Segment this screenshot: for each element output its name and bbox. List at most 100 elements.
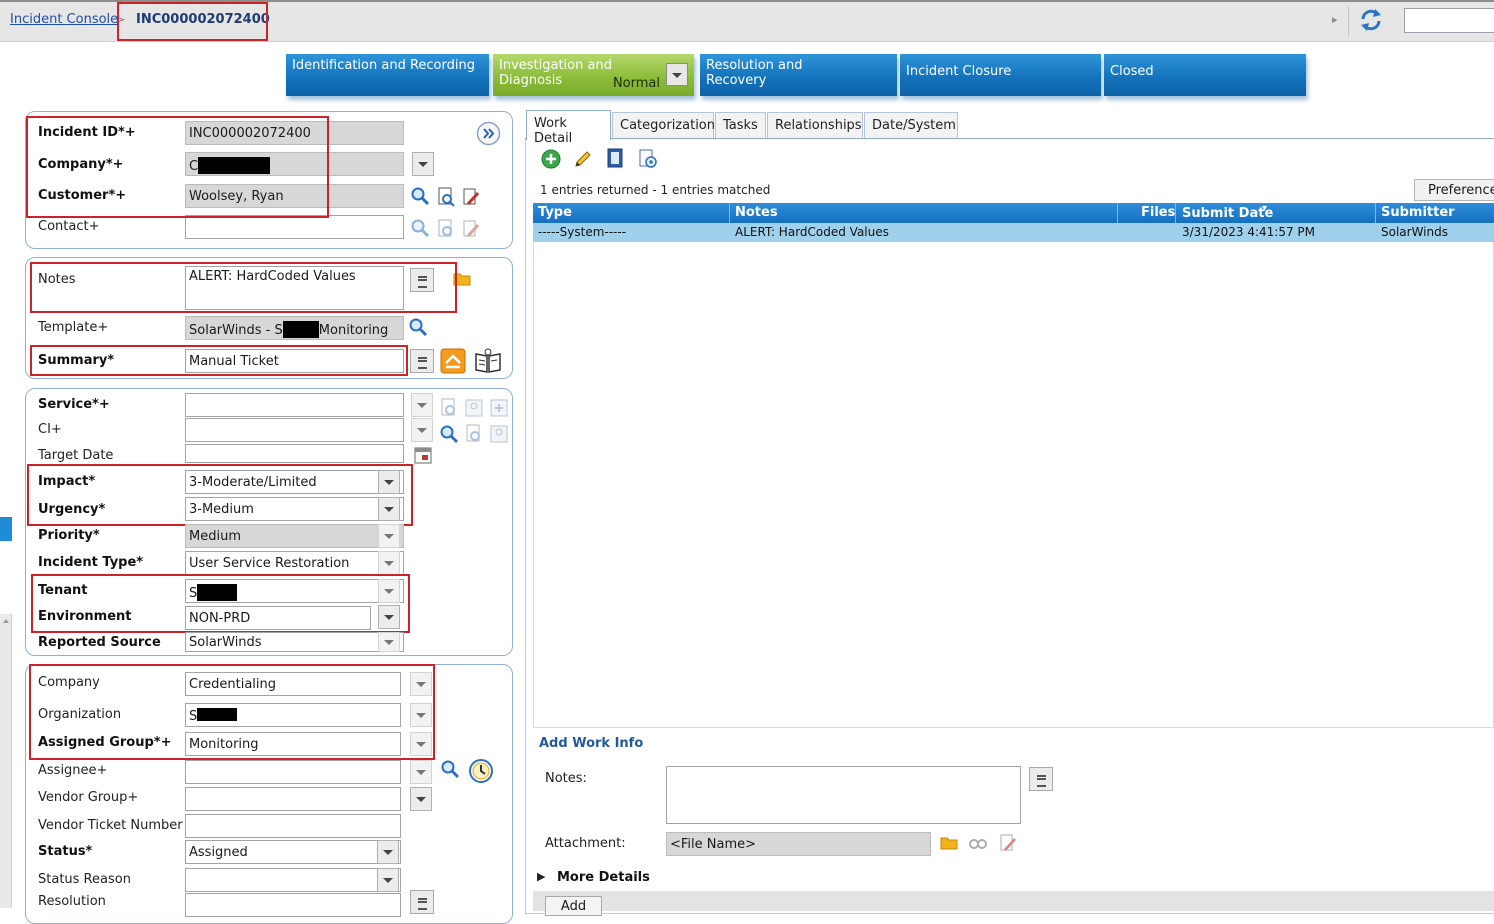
calendar-icon[interactable] [413,445,433,465]
expand-arrow-icon[interactable]: ▶ [537,870,545,883]
impact-dropdown[interactable] [378,470,400,494]
ci-field[interactable] [185,418,404,442]
column-header-notes[interactable]: Notes [735,205,778,220]
vendor-ticket-field[interactable] [185,814,401,838]
urgency-field[interactable]: 3-Medium [185,497,404,521]
tab-date-system[interactable]: Date/System [864,112,958,138]
column-header-files[interactable]: Files [1141,205,1175,220]
add-work-info-button[interactable]: Add [545,896,602,916]
stage-identification-recording[interactable]: Identification and Recording [286,54,489,96]
clock-icon[interactable] [468,758,494,784]
assigned-group-dropdown[interactable] [410,732,432,756]
expand-icon[interactable] [476,121,501,146]
vendor-group-field[interactable] [185,787,401,811]
status-dropdown[interactable] [377,840,399,864]
tab-categorization[interactable]: Categorization [612,112,715,138]
view-attachment-icon[interactable] [968,833,988,853]
status-field[interactable]: Assigned [185,840,401,864]
search-input[interactable] [1404,8,1494,33]
table-row[interactable]: -----System----- ALERT: HardCoded Values… [533,223,1494,242]
ci-dropdown[interactable] [411,418,433,442]
environment-field[interactable]: NON-PRD [185,606,371,630]
reported-source-field[interactable]: SolarWinds [185,632,404,652]
relationship-icon[interactable] [489,424,509,444]
resolution-field[interactable] [185,893,401,917]
remove-attachment-icon[interactable] [998,833,1018,853]
search-icon[interactable] [410,218,430,238]
edit-record-icon[interactable] [461,219,481,239]
template-apply-icon[interactable] [440,348,466,374]
customer-field[interactable]: Woolsey, Ryan [185,184,404,208]
stage-status-dropdown[interactable] [666,63,688,86]
status-reason-dropdown[interactable] [377,868,399,892]
vendor-group-dropdown[interactable] [410,787,432,811]
side-tab[interactable] [0,517,12,541]
refresh-icon[interactable] [1359,8,1383,32]
view-record-icon[interactable] [436,187,456,207]
stage-investigation-diagnosis[interactable]: Investigation and Diagnosis Normal [493,54,694,96]
organization-dropdown[interactable] [410,703,432,727]
stage-resolution-recovery[interactable]: Resolution and Recovery [700,54,897,96]
summary-expand-button[interactable] [410,349,434,373]
company-dropdown[interactable] [412,152,434,176]
search-icon[interactable] [439,424,459,444]
assigned-group-field[interactable]: Monitoring [185,732,401,756]
search-icon[interactable] [410,186,430,206]
view-record-icon[interactable] [436,219,456,239]
column-header-submit-date[interactable]: Submit Date [1182,206,1273,221]
assign-company-field[interactable]: Credentialing [185,672,401,696]
view-record-icon[interactable] [439,398,459,418]
company-field[interactable]: C [185,152,404,176]
preferences-button[interactable]: Preferences [1414,179,1494,201]
folder-icon[interactable] [452,269,472,289]
knowledge-book-icon[interactable] [474,348,502,374]
folder-icon[interactable] [939,833,959,853]
incident-type-dropdown[interactable] [378,551,400,575]
column-header-submitter[interactable]: Submitter [1381,205,1455,220]
reported-source-dropdown[interactable] [378,632,400,652]
contact-field[interactable] [185,215,404,239]
tab-relationships[interactable]: Relationships [767,112,863,138]
add-icon[interactable] [541,149,561,169]
tenant-field[interactable]: S [185,579,404,603]
service-field[interactable] [185,393,404,417]
tab-tasks[interactable]: Tasks [715,112,766,138]
stage-closed[interactable]: Closed [1104,54,1306,96]
status-reason-field[interactable] [185,868,401,892]
chevron-right-icon[interactable]: ▸ [1332,13,1338,26]
incident-type-field[interactable]: User Service Restoration [185,551,404,575]
notes-field[interactable]: ALERT: HardCoded Values [185,266,404,310]
tenant-dropdown[interactable] [378,579,400,603]
assignee-field[interactable] [185,760,401,784]
scrollbar[interactable] [0,614,12,908]
view-details-icon[interactable] [605,148,625,168]
tab-work-detail[interactable]: Work Detail [526,110,611,146]
summary-field[interactable]: Manual Ticket [185,349,404,373]
create-ci-icon[interactable] [489,398,509,418]
edit-pencil-icon[interactable] [573,149,593,169]
breadcrumb-incident-console[interactable]: Incident Console [10,12,118,27]
resolution-expand-button[interactable] [410,890,434,914]
wi-notes-field[interactable] [666,766,1021,824]
urgency-dropdown[interactable] [378,497,400,521]
service-dropdown[interactable] [411,393,433,417]
environment-dropdown[interactable] [378,605,400,629]
assignee-dropdown[interactable] [410,760,432,784]
sort-desc-icon[interactable]: ▾ [1262,203,1267,214]
notes-expand-button[interactable] [410,268,434,292]
target-date-field[interactable] [185,444,404,463]
search-icon[interactable] [440,759,460,779]
organization-field[interactable]: S [185,703,401,727]
wi-notes-expand-button[interactable] [1029,767,1053,791]
column-header-type[interactable]: Type [538,205,572,220]
view-record-icon[interactable] [464,424,484,444]
more-details-label[interactable]: More Details [557,870,650,885]
report-icon[interactable] [638,149,658,169]
edit-record-icon[interactable] [461,187,481,207]
relationship-icon[interactable] [464,398,484,418]
stage-incident-closure[interactable]: Incident Closure [900,54,1101,96]
search-icon[interactable] [408,317,428,337]
template-field[interactable]: SolarWinds - S Monitoring [185,316,404,340]
assign-company-dropdown[interactable] [410,672,432,696]
impact-field[interactable]: 3-Moderate/Limited [185,470,404,494]
